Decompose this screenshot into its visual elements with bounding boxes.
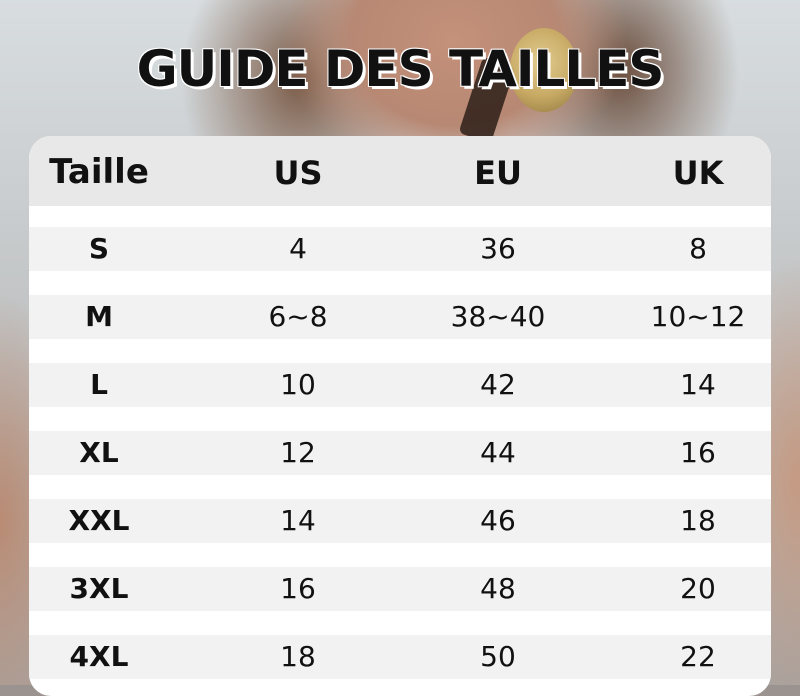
us-cell: 12	[280, 436, 316, 469]
eu-cell: 50	[480, 640, 516, 673]
table-row: XXL 14 46 18	[29, 499, 771, 543]
table-row: M 6~8 38~40 10~12	[29, 295, 771, 339]
eu-cell: 46	[480, 504, 516, 537]
size-cell: 4XL	[69, 640, 129, 673]
eu-cell: 42	[480, 368, 516, 401]
size-cell: M	[85, 300, 113, 333]
table-row: 4XL 18 50 22	[29, 635, 771, 679]
eu-cell: 38~40	[450, 300, 546, 333]
table-row: S 4 36 8	[29, 227, 771, 271]
us-cell: 6~8	[268, 300, 328, 333]
table-header-row: Taille US EU UK	[29, 136, 771, 206]
us-cell: 10	[280, 368, 316, 401]
uk-cell: 14	[680, 368, 716, 401]
us-cell: 16	[280, 572, 316, 605]
size-cell: XXL	[68, 504, 130, 537]
page-title: GUIDE DES TAILLES	[136, 40, 665, 98]
size-cell: XL	[79, 436, 119, 469]
header-eu: EU	[474, 154, 522, 192]
eu-cell: 48	[480, 572, 516, 605]
table-row: 3XL 16 48 20	[29, 567, 771, 611]
table-row: XL 12 44 16	[29, 431, 771, 475]
us-cell: 14	[280, 504, 316, 537]
uk-cell: 18	[680, 504, 716, 537]
size-cell: 3XL	[69, 572, 129, 605]
eu-cell: 36	[480, 232, 516, 265]
header-taille: Taille	[49, 152, 149, 192]
uk-cell: 16	[680, 436, 716, 469]
table-row: L 10 42 14	[29, 363, 771, 407]
uk-cell: 8	[689, 232, 707, 265]
uk-cell: 20	[680, 572, 716, 605]
us-cell: 4	[289, 232, 307, 265]
size-cell: L	[90, 368, 108, 401]
eu-cell: 44	[480, 436, 516, 469]
size-cell: S	[88, 232, 110, 265]
size-table: Taille US EU UK S 4 36 8 M 6~8 38~40 10~…	[29, 136, 771, 696]
header-uk: UK	[672, 154, 724, 192]
header-us: US	[273, 154, 323, 192]
us-cell: 18	[280, 640, 316, 673]
uk-cell: 22	[680, 640, 716, 673]
uk-cell: 10~12	[650, 300, 746, 333]
